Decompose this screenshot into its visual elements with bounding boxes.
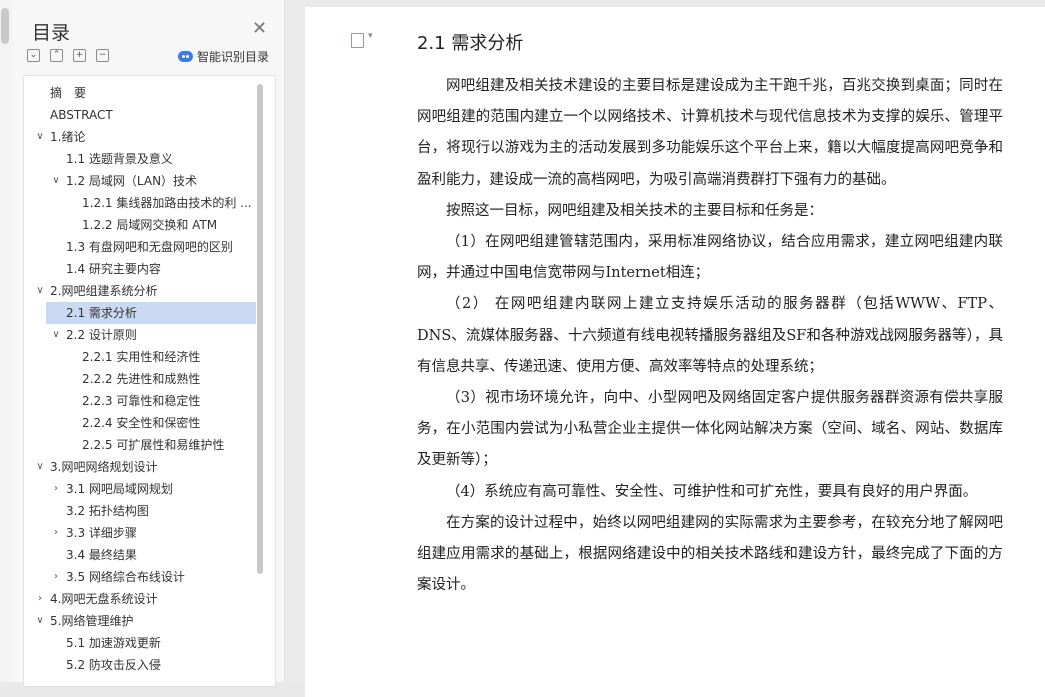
toc-item[interactable]: › 3.5 网络综合布线设计 (24, 566, 256, 588)
toc-scrollbar[interactable] (257, 84, 263, 574)
paragraph: （4）系统应有高可靠性、安全性、可维护性和可扩充性，要具有良好的用户界面。 (446, 483, 978, 500)
toc-item[interactable]: 2.2.2 先进性和成熟性 (24, 368, 256, 390)
paragraph: （3）视市场环境允许，向中、小型网吧及网络固定客户提供服务器群资源有偿共享服务，… (417, 390, 1003, 469)
toc-item-label: 2.2.5 可扩展性和易维护性 (82, 438, 225, 452)
toc-item[interactable]: ∨ 1.绪论 (24, 126, 256, 148)
toc-title: 目录 (32, 22, 71, 44)
expand-up-icon[interactable]: ⌃ (50, 49, 63, 62)
toc-item[interactable]: 2.2.4 安全性和保密性 (24, 412, 256, 434)
paragraph: 在方案的设计过程中，始终以网吧组建网的实际需求为主要参考，在较充分地了解网吧组建… (417, 514, 1003, 594)
paragraph: 网吧组建及相关技术建设的主要目标是建设成为主干跑千兆，百兆交换到桌面；同时在网吧… (417, 78, 1003, 188)
chevron-down-icon[interactable]: ∨ (34, 456, 46, 478)
chevron-down-icon[interactable]: ∨ (34, 126, 46, 148)
toc-item[interactable]: 2.2.3 可靠性和稳定性 (24, 390, 256, 412)
toc-item-label: 5.网络管理维护 (50, 614, 134, 628)
toc-item[interactable]: ABSTRACT (24, 104, 256, 126)
toc-item-label: 1.4 研究主要内容 (66, 262, 161, 276)
paragraph: 按照这一目标，网吧组建及相关技术的主要目标和任务是： (446, 202, 823, 219)
toc-item[interactable]: 5.2 防攻击反入侵 (24, 654, 256, 676)
chevron-down-icon[interactable]: ∨ (34, 280, 46, 302)
section-heading: 2.1 需求分析 (417, 33, 524, 54)
toc-item[interactable]: 1.2.2 局域网交换和 ATM (24, 214, 256, 236)
toc-item-label: 摘 要 (50, 86, 87, 100)
toc-item-label: 1.2 局域网（LAN）技术 (66, 174, 198, 188)
paragraph: （1）在网吧组建管辖范围内，采用标准网络协议，结合应用需求，建立网吧组建内联网，… (417, 234, 1003, 282)
left-scrollbar-thumb[interactable] (1, 8, 9, 44)
toc-item[interactable]: 3.4 最终结果 (24, 544, 256, 566)
toc-list-box: 摘 要 ABSTRACT ∨ 1.绪论 1.1 选题背景及意义 ∨ 1.2 局域网（LAN）… (23, 75, 276, 687)
toc-item-label: 1.2.1 集线器加路由技术的利 ... (82, 196, 252, 210)
remove-heading-icon[interactable]: − (96, 49, 109, 62)
toc-item[interactable]: 3.2 拓扑结构图 (24, 500, 256, 522)
toc-item[interactable]: › 3.1 网吧局域网规划 (24, 478, 256, 500)
toc-item[interactable]: 摘 要 (24, 82, 256, 104)
toc-item-label: 2.2.3 可靠性和稳定性 (82, 394, 201, 408)
collapse-all-icon[interactable]: ⌄ (27, 49, 40, 62)
toc-item[interactable]: 2.1 需求分析 (46, 302, 256, 324)
smart-recognize-button[interactable]: 智能识别目录 (178, 48, 269, 65)
toc-item-label: 2.2.1 实用性和经济性 (82, 350, 201, 364)
toc-toolbar: ⌄ ⌃ + − (27, 49, 109, 62)
toc-item-label: ABSTRACT (50, 108, 113, 122)
toc-item-label: 1.3 有盘网吧和无盘网吧的区别 (66, 240, 233, 254)
toc-panel: 目录 ✕ ⌄ ⌃ + − 智能识别目录 摘 要 ABSTRACT ∨ 1.绪论 1.1 … (12, 0, 285, 687)
add-heading-icon[interactable]: + (73, 49, 86, 62)
toc-item[interactable]: 1.1 选题背景及意义 (24, 148, 256, 170)
toc-item[interactable]: › 4.网吧无盘系统设计 (24, 588, 256, 610)
close-icon[interactable]: ✕ (252, 18, 267, 39)
chevron-down-icon[interactable]: ∨ (34, 610, 46, 632)
toc-item-label: 3.1 网吧局域网规划 (66, 482, 173, 496)
ai-robot-icon (178, 51, 193, 62)
toc-item-label: 2.1 需求分析 (66, 306, 137, 320)
chevron-right-icon[interactable]: › (50, 478, 62, 500)
toc-item[interactable]: ∨ 1.2 局域网（LAN）技术 (24, 170, 256, 192)
toc-item-label: 3.4 最终结果 (66, 548, 137, 562)
chevron-down-icon[interactable]: ∨ (50, 324, 62, 346)
document-body: 网吧组建及相关技术建设的主要目标是建设成为主干跑千兆，百兆交换到桌面；同时在网吧… (417, 71, 1003, 601)
toc-item-label: 2.2 设计原则 (66, 328, 137, 342)
toc-item-label: 2.网吧组建系统分析 (50, 284, 158, 298)
toc-item-label: 3.5 网络综合布线设计 (66, 570, 185, 584)
toc-item-label: 5.2 防攻击反入侵 (66, 658, 161, 672)
toc-item[interactable]: ∨ 5.网络管理维护 (24, 610, 256, 632)
toc-item[interactable]: › 3.3 详细步骤 (24, 522, 256, 544)
toc-item-label: 3.网吧网络规划设计 (50, 460, 158, 474)
toc-item[interactable]: ∨ 3.网吧网络规划设计 (24, 456, 256, 478)
toc-item[interactable]: ∨ 2.2 设计原则 (24, 324, 256, 346)
toc-item-label: 2.2.4 安全性和保密性 (82, 416, 201, 430)
document-area: 2.1 需求分析 网吧组建及相关技术建设的主要目标是建设成为主干跑千兆，百兆交换… (286, 0, 1045, 697)
smart-recognize-label: 智能识别目录 (197, 50, 270, 64)
toc-item[interactable]: 2.2.5 可扩展性和易维护性 (24, 434, 256, 456)
paragraph: （2） 在网吧组建内联网上建立支持娱乐活动的服务器群（包括WWW、FTP、DNS… (417, 296, 1003, 375)
toc-item[interactable]: 5.1 加速游戏更新 (24, 632, 256, 654)
toc-item-label: 3.3 详细步骤 (66, 526, 137, 540)
left-scrollbar[interactable] (0, 0, 12, 682)
chevron-right-icon[interactable]: › (50, 566, 62, 588)
toc-item-label: 3.2 拓扑结构图 (66, 504, 149, 518)
toc-item-label: 1.1 选题背景及意义 (66, 152, 173, 166)
toc-item-label: 5.1 加速游戏更新 (66, 636, 161, 650)
toc-item[interactable]: 1.3 有盘网吧和无盘网吧的区别 (24, 236, 256, 258)
toc-item-label: 4.网吧无盘系统设计 (50, 592, 158, 606)
toc-item[interactable]: 1.2.1 集线器加路由技术的利 ... (24, 192, 256, 214)
toc-item[interactable]: 2.2.1 实用性和经济性 (24, 346, 256, 368)
toc-item-label: 1.2.2 局域网交换和 ATM (82, 218, 218, 232)
toc-item[interactable]: ∨ 2.网吧组建系统分析 (24, 280, 256, 302)
chevron-right-icon[interactable]: › (50, 522, 62, 544)
document-outline-icon[interactable] (351, 31, 373, 48)
chevron-down-icon[interactable]: ∨ (50, 170, 62, 192)
toc-item[interactable]: 1.4 研究主要内容 (24, 258, 256, 280)
toc-item-label: 2.2.2 先进性和成熟性 (82, 372, 201, 386)
chevron-right-icon[interactable]: › (34, 588, 46, 610)
document-page: 2.1 需求分析 网吧组建及相关技术建设的主要目标是建设成为主干跑千兆，百兆交换… (305, 7, 1045, 697)
toc-item-label: 1.绪论 (50, 130, 86, 144)
